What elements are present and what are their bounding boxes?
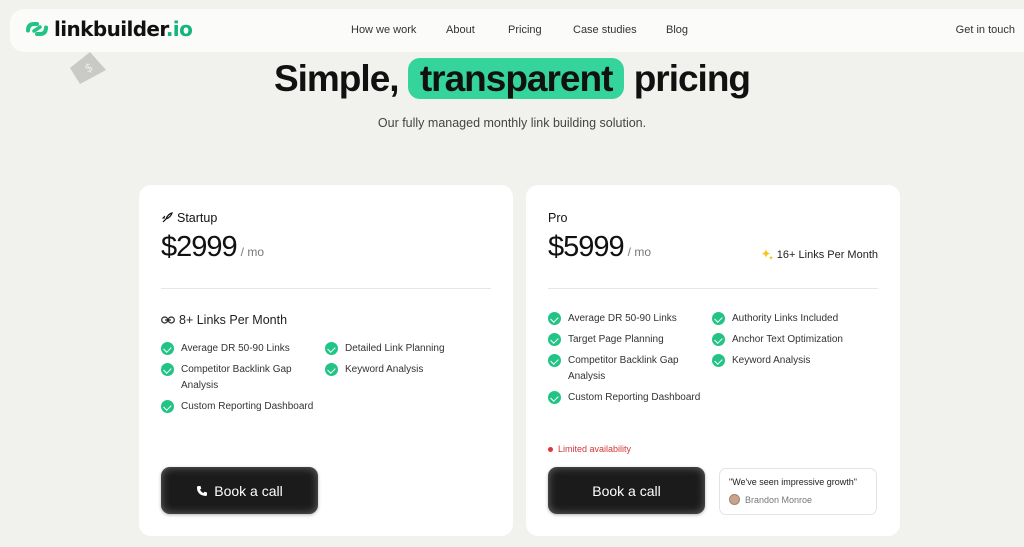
phone-icon <box>197 485 208 496</box>
feature-item: Authority Links Included <box>712 311 882 327</box>
avatar <box>729 494 740 505</box>
nav-blog[interactable]: Blog <box>666 24 688 36</box>
brand-logo[interactable]: linkbuilder.io <box>24 17 193 41</box>
book-call-button-startup[interactable]: Book a call <box>161 467 318 514</box>
feature-item: Anchor Text Optimization <box>712 332 882 348</box>
rocket-icon <box>161 212 173 223</box>
feature-item: Detailed Link Planning <box>325 341 495 357</box>
check-icon <box>325 363 338 376</box>
nav-pricing[interactable]: Pricing <box>508 24 542 36</box>
nav-about[interactable]: About <box>446 24 475 36</box>
check-icon <box>161 363 174 376</box>
plan-price: $2999/ mo <box>161 231 264 263</box>
testimonial-quote: "We've seen impressive growth" <box>729 477 857 487</box>
check-icon <box>325 342 338 355</box>
check-icon <box>161 342 174 355</box>
book-call-button-pro[interactable]: Book a call <box>548 467 705 514</box>
pricing-card-startup: Startup $2999/ mo 8+ Links Per Month Ave… <box>139 185 513 536</box>
plan-price: $5999/ mo <box>548 231 651 263</box>
check-icon <box>712 333 725 346</box>
check-icon <box>712 354 725 367</box>
feature-item: Average DR 50-90 Links <box>161 341 331 357</box>
check-icon <box>712 312 725 325</box>
link-icon <box>161 316 175 324</box>
price-period: / mo <box>240 245 264 259</box>
feature-item: Keyword Analysis <box>325 362 495 378</box>
status-dot-icon <box>548 446 553 452</box>
plan-name: Pro <box>548 211 568 225</box>
divider <box>161 288 491 289</box>
page-title: Simple, transparent pricing <box>273 58 751 99</box>
divider <box>548 288 878 289</box>
brand-name: linkbuilder.io <box>54 17 193 41</box>
check-icon <box>548 312 561 325</box>
logo-chain-icon <box>26 22 48 36</box>
feature-item: Custom Reporting Dashboard <box>161 399 331 415</box>
nav-case-studies[interactable]: Case studies <box>573 24 637 36</box>
links-per-month: 8+ Links Per Month <box>161 313 287 327</box>
feature-item: Target Page Planning <box>548 332 718 348</box>
get-in-touch-link[interactable]: Get in touch <box>956 24 1015 36</box>
check-icon <box>548 354 561 367</box>
pricing-card-pro: Pro $5999/ mo 16+ Links Per Month Averag… <box>526 185 900 536</box>
check-icon <box>548 333 561 346</box>
feature-item: Average DR 50-90 Links <box>548 311 718 327</box>
price-period: / mo <box>627 245 651 259</box>
feature-item: Competitor Backlink Gap Analysis <box>161 362 311 394</box>
check-icon <box>548 391 561 404</box>
feature-item: Keyword Analysis <box>712 353 882 369</box>
feature-item: Competitor Backlink Gap Analysis <box>548 353 698 385</box>
page-subtitle: Our fully managed monthly link building … <box>377 116 647 130</box>
nav-how-we-work[interactable]: How we work <box>351 24 416 36</box>
check-icon <box>161 400 174 413</box>
feature-item: Custom Reporting Dashboard <box>548 390 718 406</box>
plan-name: Startup <box>161 211 217 225</box>
sparkles-icon <box>761 249 774 261</box>
testimonial-author: Brandon Monroe <box>729 494 812 505</box>
title-highlight: transparent <box>407 58 625 99</box>
testimonial-card: "We've seen impressive growth" Brandon M… <box>719 468 877 515</box>
links-per-month-badge: 16+ Links Per Month <box>761 248 878 261</box>
availability-status: Limited availability <box>548 444 631 454</box>
